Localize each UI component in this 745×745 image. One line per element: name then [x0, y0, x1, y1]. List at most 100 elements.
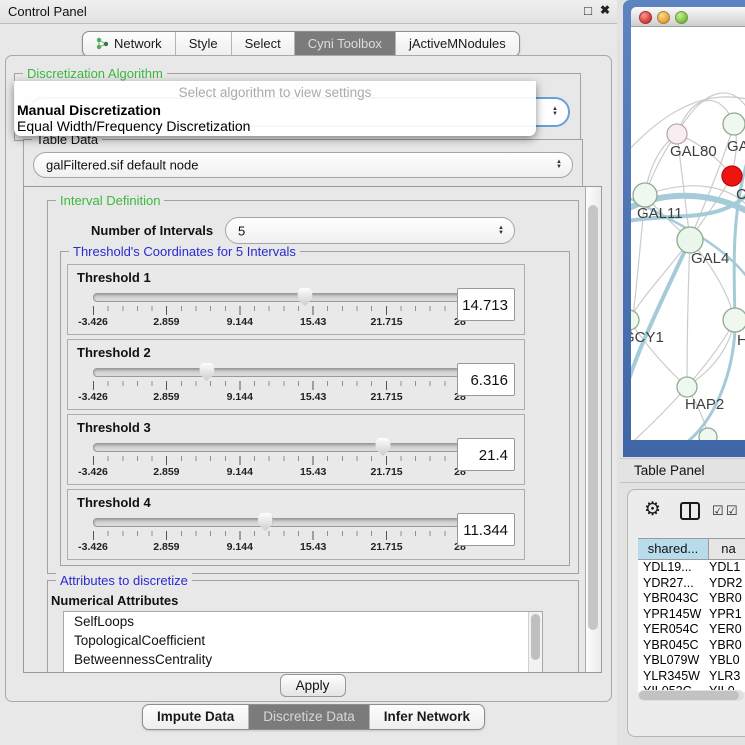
tick-label: 21.715	[371, 541, 403, 553]
threshold-value-field[interactable]: 11.344	[457, 513, 515, 546]
tab-select[interactable]: Select	[231, 32, 294, 56]
numerical-attributes-list: SelfLoops TopologicalCoefficient Between…	[63, 611, 543, 673]
tick-label: -3.426	[78, 391, 108, 403]
table-cell: YDL19...	[638, 560, 709, 576]
threshold-label: Threshold 4	[77, 495, 151, 510]
svg-text:GA: GA	[727, 138, 745, 155]
attributes-list-scrollbar[interactable]	[528, 612, 542, 673]
close-window-icon[interactable]: ✖	[600, 3, 610, 17]
slider-track[interactable]	[93, 293, 460, 302]
network-canvas[interactable]: GAL80GACGAL11GAL4GCY1HHAP2	[631, 27, 745, 440]
checkbox-icon[interactable]: ☑	[712, 503, 724, 519]
slider-tick-labels: -3.426 2.859 9.144 15.43	[93, 316, 460, 328]
tab-network[interactable]: Network	[83, 32, 175, 56]
table-column-header[interactable]: na	[709, 538, 745, 560]
slider-thumb[interactable]	[258, 513, 273, 531]
slider-track[interactable]	[93, 443, 460, 452]
tab-style[interactable]: Style	[175, 32, 231, 56]
table-row[interactable]: YBR045C YBR0	[638, 638, 745, 654]
tick-label: 9.144	[227, 391, 253, 403]
slider-tick-labels: -3.426 2.859 9.144 15.43	[93, 541, 460, 553]
tab-jactivemnodules[interactable]: jActiveMNodules	[395, 32, 519, 56]
settings-vertical-scrollbar[interactable]	[585, 187, 601, 672]
threshold-value-field[interactable]: 6.316	[457, 363, 515, 396]
float-window-icon[interactable]: □	[584, 3, 592, 18]
combo-value: 5	[238, 223, 245, 238]
table-row[interactable]: YDL19... YDL1	[638, 560, 745, 576]
checkbox-icon[interactable]: ☑	[726, 503, 738, 519]
attribute-list-item[interactable]: BetweennessCentrality	[64, 650, 542, 669]
tab-impute-data[interactable]: Impute Data	[143, 705, 248, 729]
threshold-value-field[interactable]: 21.4	[457, 438, 515, 471]
threshold-panel: Threshold 3 -3.426	[67, 414, 525, 485]
network-graph[interactable]: GAL80GACGAL11GAL4GCY1HHAP2	[631, 27, 745, 440]
table-data-group: Table Data galFiltered.sif default node …	[23, 139, 583, 187]
zoom-traffic-light[interactable]	[675, 11, 688, 24]
combo-spinner-icon: ▲▼	[552, 107, 558, 117]
table-cell: YLR345W	[638, 669, 709, 685]
attribute-list-item[interactable]: SelfLoops	[64, 612, 542, 631]
table-column-header[interactable]: shared...	[638, 538, 709, 560]
table-row[interactable]: YBL079W YBL0	[638, 653, 745, 669]
gear-icon[interactable]: ⚙	[644, 500, 661, 520]
threshold-slider[interactable]: -3.426 2.859 9.144 15.43	[93, 293, 460, 328]
table-cell: YER054C	[638, 622, 709, 638]
tick-label: 2.859	[153, 541, 179, 553]
dropdown-option[interactable]: Manual Discretization	[17, 102, 533, 118]
cyni-toolbox-panel: Discretization Algorithm ▲▼ Select algor…	[5, 55, 612, 702]
slider-tick-labels: -3.426 2.859 9.144 15.43	[93, 391, 460, 403]
split-view-icon[interactable]	[680, 502, 700, 520]
table-row[interactable]: YER054C YER0	[638, 622, 745, 638]
table-row[interactable]: YPR145W YPR1	[638, 607, 745, 623]
combo-value: galFiltered.sif default node	[46, 158, 198, 173]
slider-thumb[interactable]	[375, 438, 390, 456]
tick-label: -3.426	[78, 541, 108, 553]
threshold-slider[interactable]: -3.426 2.859 9.144 15.43	[93, 518, 460, 553]
minimize-traffic-light[interactable]	[657, 11, 670, 24]
tab-discretize-data[interactable]: Discretize Data	[248, 705, 369, 729]
tab-cyni-toolbox[interactable]: Cyni Toolbox	[294, 32, 395, 56]
algorithm-dropdown-popup: Select algorithm to view settings Manual…	[14, 81, 536, 136]
slider-track[interactable]	[93, 518, 460, 527]
tick-label: 15.43	[300, 541, 326, 553]
table-row[interactable]: YBR043C YBR0	[638, 591, 745, 607]
table-panel-title: Table Panel	[634, 463, 705, 478]
threshold-value-field[interactable]: 14.713	[457, 288, 515, 321]
dropdown-option[interactable]: Equal Width/Frequency Discretization	[17, 118, 533, 134]
table-row[interactable]: YDR27... YDR2	[638, 576, 745, 592]
apply-button[interactable]: Apply	[280, 674, 346, 697]
close-traffic-light[interactable]	[639, 11, 652, 24]
table-cell: YDL1	[709, 560, 745, 576]
interval-definition-group: Interval Definition Number of Intervals …	[47, 200, 579, 574]
control-panel-window: Control Panel □ ✖ Network Style Select C…	[0, 0, 620, 745]
tick-label: 21.715	[371, 316, 403, 328]
number-of-intervals-label: Number of Intervals	[91, 223, 213, 238]
dropdown-prompt: Select algorithm to view settings	[14, 85, 536, 100]
tick-label: 9.144	[227, 316, 253, 328]
table-cell: YPR145W	[638, 607, 709, 623]
scrollbar-thumb[interactable]	[588, 205, 598, 630]
apply-row: Apply	[23, 673, 602, 701]
attributes-group: Attributes to discretize Numerical Attri…	[47, 580, 579, 673]
tick-label: 15.43	[300, 466, 326, 478]
tab-infer-network[interactable]: Infer Network	[369, 705, 484, 729]
number-of-intervals-combobox[interactable]: 5 ▲▼	[225, 217, 515, 244]
threshold-slider[interactable]: -3.426 2.859 9.144 15.43	[93, 368, 460, 403]
tab-label: jActiveMNodules	[409, 36, 506, 51]
table-row[interactable]: YLR345W YLR3	[638, 669, 745, 685]
table-horizontal-scrollbar[interactable]	[638, 690, 744, 701]
attribute-list-item[interactable]: TopologicalCoefficient	[64, 631, 542, 650]
threshold-slider[interactable]: -3.426 2.859 9.144 15.43	[93, 443, 460, 478]
svg-text:C: C	[736, 186, 745, 203]
slider-track[interactable]	[93, 368, 460, 377]
scrollbar-thumb[interactable]	[531, 614, 540, 660]
slider-thumb[interactable]	[199, 363, 214, 381]
svg-text:GAL11: GAL11	[637, 205, 683, 222]
tick-label: 21.715	[371, 391, 403, 403]
scrollbar-thumb[interactable]	[639, 691, 739, 700]
svg-text:GAL80: GAL80	[670, 143, 717, 160]
slider-tick-labels: -3.426 2.859 9.144 15.43	[93, 466, 460, 478]
table-data-combobox[interactable]: galFiltered.sif default node ▲▼	[33, 152, 573, 178]
slider-thumb[interactable]	[297, 288, 312, 306]
table-panel: ⚙ ☑ ☑ shared... na YDL19... YDL1	[627, 489, 745, 737]
